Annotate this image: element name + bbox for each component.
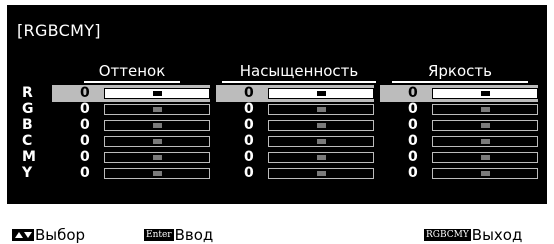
level-slider[interactable] (268, 152, 374, 163)
cell-value: 0 (408, 165, 418, 181)
cell-m-saturation[interactable]: 0 (216, 149, 374, 166)
footer-select-label: Выбор (35, 225, 86, 244)
cell-b-saturation[interactable]: 0 (216, 117, 374, 134)
level-slider[interactable] (432, 104, 538, 115)
cell-value: 0 (408, 149, 418, 165)
column-header-hue: Оттенок (84, 62, 180, 83)
up-down-arrows-icon (12, 228, 34, 241)
column-divider (84, 81, 180, 83)
cell-value: 0 (244, 85, 254, 101)
slider-knob[interactable] (481, 139, 490, 144)
rgbcmy-key-icon: RGBCMY (424, 228, 471, 241)
slider-knob[interactable] (481, 123, 490, 128)
slider-knob[interactable] (153, 123, 162, 128)
cell-y-saturation[interactable]: 0 (216, 165, 374, 182)
level-slider[interactable] (432, 88, 538, 99)
cell-value: 0 (80, 117, 90, 133)
cell-b-brightness[interactable]: 0 (380, 117, 538, 134)
level-slider[interactable] (104, 104, 210, 115)
slider-knob[interactable] (481, 171, 490, 176)
level-slider[interactable] (104, 152, 210, 163)
cell-y-brightness[interactable]: 0 (380, 165, 538, 182)
cell-value: 0 (80, 133, 90, 149)
column-header-brightness-label: Яркость (427, 62, 492, 80)
row-label-m: M (22, 149, 36, 165)
row-label-y: Y (22, 165, 33, 181)
cell-value: 0 (244, 165, 254, 181)
level-slider[interactable] (432, 136, 538, 147)
slider-knob[interactable] (317, 107, 326, 112)
cell-m-brightness[interactable]: 0 (380, 149, 538, 166)
column-header-brightness: Яркость (392, 62, 528, 83)
footer-enter-label: Ввод (174, 225, 214, 244)
cell-c-hue[interactable]: 0 (52, 133, 210, 150)
level-slider[interactable] (268, 88, 374, 99)
slider-knob[interactable] (481, 155, 490, 160)
row-label-b: B (22, 117, 33, 133)
cell-r-brightness[interactable]: 0 (380, 85, 538, 102)
slider-knob[interactable] (317, 139, 326, 144)
cell-value: 0 (408, 133, 418, 149)
column-divider (222, 81, 376, 83)
level-slider[interactable] (268, 120, 374, 131)
slider-knob[interactable] (153, 139, 162, 144)
slider-knob[interactable] (317, 123, 326, 128)
cell-r-hue[interactable]: 0 (52, 85, 210, 102)
level-slider[interactable] (432, 168, 538, 179)
cell-value: 0 (80, 101, 90, 117)
level-slider[interactable] (432, 152, 538, 163)
column-header-hue-label: Оттенок (98, 62, 166, 80)
level-slider[interactable] (432, 120, 538, 131)
cell-y-hue[interactable]: 0 (52, 165, 210, 182)
level-slider[interactable] (268, 104, 374, 115)
slider-knob[interactable] (153, 91, 162, 96)
level-slider[interactable] (104, 88, 210, 99)
cell-value: 0 (408, 85, 418, 101)
footer-hints: Выбор Enter Ввод RGBCMY Выход (7, 225, 547, 244)
cell-g-brightness[interactable]: 0 (380, 101, 538, 118)
level-slider[interactable] (104, 168, 210, 179)
cell-value: 0 (80, 85, 90, 101)
cell-value: 0 (80, 149, 90, 165)
column-header-saturation: Насыщенность (222, 62, 376, 83)
cell-c-saturation[interactable]: 0 (216, 133, 374, 150)
cell-value: 0 (244, 133, 254, 149)
slider-knob[interactable] (153, 155, 162, 160)
cell-value: 0 (408, 117, 418, 133)
slider-knob[interactable] (481, 91, 490, 96)
slider-knob[interactable] (317, 155, 326, 160)
level-slider[interactable] (268, 136, 374, 147)
slider-knob[interactable] (481, 107, 490, 112)
slider-knob[interactable] (317, 91, 326, 96)
cell-value: 0 (408, 101, 418, 117)
cell-b-hue[interactable]: 0 (52, 117, 210, 134)
footer-exit-hint: RGBCMY Выход (424, 225, 523, 244)
cell-value: 0 (244, 149, 254, 165)
cell-g-saturation[interactable]: 0 (216, 101, 374, 118)
level-slider[interactable] (268, 168, 374, 179)
menu-title: [RGBCMY] (17, 21, 101, 40)
slider-knob[interactable] (153, 171, 162, 176)
row-label-g: G (22, 101, 34, 117)
cell-g-hue[interactable]: 0 (52, 101, 210, 118)
row-label-c: C (22, 133, 33, 149)
cell-c-brightness[interactable]: 0 (380, 133, 538, 150)
cell-value: 0 (244, 101, 254, 117)
level-slider[interactable] (104, 120, 210, 131)
column-header-saturation-label: Насыщенность (239, 62, 359, 80)
level-slider[interactable] (104, 136, 210, 147)
slider-knob[interactable] (153, 107, 162, 112)
footer-exit-label: Выход (471, 225, 523, 244)
enter-key-icon: Enter (144, 228, 174, 241)
slider-knob[interactable] (317, 171, 326, 176)
cell-m-hue[interactable]: 0 (52, 149, 210, 166)
footer-enter-hint: Enter Ввод (144, 225, 214, 244)
cell-value: 0 (80, 165, 90, 181)
row-label-r: R (22, 85, 33, 101)
cell-r-saturation[interactable]: 0 (216, 85, 374, 102)
cell-value: 0 (244, 117, 254, 133)
column-divider (392, 81, 528, 83)
footer-select-hint: Выбор (12, 225, 86, 244)
